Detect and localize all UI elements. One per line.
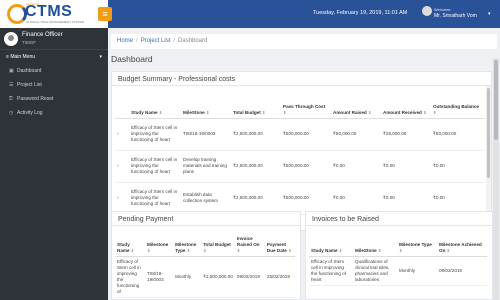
invoices-table: Study Name ⇕ MileStone ⇕ Milestone Type … [309,226,487,286]
expand-chevron-icon[interactable]: › [115,182,129,215]
col-total-budget[interactable]: Total Budget ⇕ [201,226,235,257]
table-row[interactable]: › Efficacy of Stem cell in improving the… [115,118,485,151]
chevron-down-icon[interactable]: ▾ [488,11,491,17]
col-milestone[interactable]: MileStone ⇕ [353,226,397,257]
breadcrumb-home[interactable]: Home [117,38,133,44]
page-scrollbar[interactable] [493,58,499,300]
sidebar-item-password-reset[interactable]: ⚿ Password Reset [0,92,108,106]
dashboard-icon: ▣ [9,68,14,74]
budget-summary-card: Budget Summary - Professional costs Stud… [111,71,492,231]
expand-chevron-icon[interactable]: › [115,118,129,151]
main-content: Home / Project List / Dashboard Dashboard Bu… [108,28,500,300]
pending-payment-title: Pending Payment [112,212,300,226]
expand-chevron-icon[interactable]: › [115,150,129,183]
col-milestone-achieved[interactable]: Milestone Achieved On ⇕ [437,226,487,257]
top-bar: CLINICAL CTMS CLINICAL TRIAL MANAGEMENT … [0,0,500,28]
menu-title: Main Menu [10,54,36,60]
budget-summary-title: Budget Summary - Professional costs [112,72,491,86]
col-milestone[interactable]: MileStone ⇕ [181,86,231,119]
profile-role: Finance Officer [22,32,63,38]
col-milestone[interactable]: Milestone ⇕ [145,226,174,257]
sidebar-profile: Finance Officer TIMGF [0,28,108,50]
hamburger-icon[interactable]: ≡ [98,7,112,21]
user-avatar[interactable] [422,6,432,16]
clock-icon: ◷ [9,110,14,116]
logo[interactable]: CLINICAL CTMS CLINICAL TRIAL MANAGEMENT … [0,0,108,28]
logo-mark-icon [7,4,27,24]
col-payment-due[interactable]: Payment Due Date ⇕ [264,226,295,257]
profile-code: TIMGF [22,40,36,45]
budget-scrollbar[interactable] [486,86,491,230]
col-study-name[interactable]: Study Name ⇕ [129,86,181,119]
brand-subtitle: CLINICAL TRIAL MANAGEMENT SYSTEM [26,20,85,24]
breadcrumb-project-list[interactable]: Project List [141,38,171,44]
header-datetime: Tuesday, February 19, 2019, 11:01 AM [313,10,408,16]
chevron-down-icon: ▾ [99,54,102,60]
col-study-name[interactable]: Study Name ⇕ [115,226,146,257]
col-outstanding[interactable]: Outstanding Balance ⇕ [431,86,485,119]
main-menu-toggle[interactable]: ≡ Main Menu ▾ [0,50,108,64]
sidebar-item-dashboard[interactable]: ▣ Dashboard [0,64,108,78]
col-amount-raised[interactable]: Amount Raised ⇕ [331,86,381,119]
profile-avatar-icon [4,32,18,46]
sidebar: Finance Officer TIMGF ≡ Main Menu ▾ ▣ Das… [0,28,108,300]
key-icon: ⚿ [9,96,13,102]
col-milestone-type[interactable]: Milestone Type ⇕ [397,226,437,257]
table-row[interactable]: Efficacy of Stem cell in improving the f… [115,256,295,298]
breadcrumb: Home / Project List / Dashboard [111,34,497,49]
table-row[interactable]: Efficacy of Stem cell in improving the f… [309,256,487,286]
page-title: Dashboard [111,54,153,64]
col-amount-received[interactable]: Amount Received ⇕ [381,86,431,119]
sidebar-item-project-list[interactable]: ☰ Project List [0,78,108,92]
col-total-budget[interactable]: Total Budget ⇕ [231,86,281,119]
pending-table: Study Name ⇕ Milestone ⇕ Milestone Type … [115,226,295,298]
brand-name: CTMS [25,3,73,20]
invoices-card: Invoices to be Raised Study Name ⇕ MileS… [305,211,493,300]
table-row[interactable]: › Efficacy of Stem cell in improving the… [115,182,485,215]
table-row[interactable]: › Efficacy of Stem cell in improving the… [115,150,485,183]
pending-payment-card: Pending Payment Study Name ⇕ Milestone ⇕… [111,211,301,300]
col-pass-through[interactable]: Pass Through Cost ⇕ [281,86,331,119]
welcome-label: Welcome [434,7,451,12]
col-milestone-type[interactable]: Milestone Type ⇕ [173,226,202,257]
invoices-title: Invoices to be Raised [306,212,492,226]
list-icon: ☰ [9,82,14,88]
breadcrumb-current: Dashboard [178,38,208,44]
sidebar-item-activity-log[interactable]: ◷ Activity Log [0,106,108,120]
col-invoice-raised[interactable]: Invoice Raised On ⇕ [234,226,265,257]
budget-table: Study Name ⇕ MileStone ⇕ Total Budget ⇕ … [115,86,485,215]
user-name[interactable]: Mr. Srinatharh Vom [434,13,477,19]
col-study-name[interactable]: Study Name ⇕ [309,226,353,257]
